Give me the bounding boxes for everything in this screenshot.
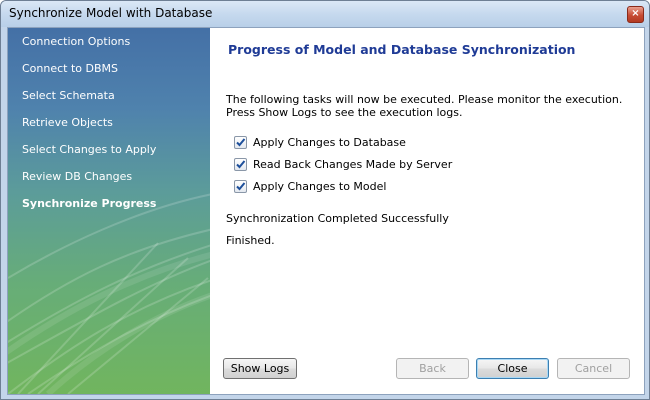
close-window-button[interactable]: × [627,6,644,23]
step-review-db-changes: Review DB Changes [22,170,133,183]
task-label: Apply Changes to Database [253,135,406,149]
dialog-window: Synchronize Model with Database × Connec… [0,0,650,400]
step-select-schemata: Select Schemata [22,89,115,102]
task-label: Read Back Changes Made by Server [253,157,453,171]
title-bar[interactable]: Synchronize Model with Database × [1,1,649,27]
task-read-back-changes: Read Back Changes Made by Server [234,156,452,172]
task-label: Apply Changes to Model [253,179,387,193]
task-apply-changes-model: Apply Changes to Model [234,178,386,194]
main-panel: Progress of Model and Database Synchroni… [210,28,644,394]
intro-line-1: The following tasks will now be executed… [226,93,623,106]
back-button[interactable]: Back [396,358,469,379]
intro-text: The following tasks will now be executed… [226,93,626,119]
page-title: Progress of Model and Database Synchroni… [228,42,576,57]
close-button[interactable]: Close [476,358,549,379]
step-retrieve-objects: Retrieve Objects [22,116,113,129]
sidebar-background-art [8,193,210,394]
close-icon: × [631,8,640,19]
status-message: Synchronization Completed Successfully [226,212,449,225]
step-synchronize-progress: Synchronize Progress [22,197,157,210]
cancel-button[interactable]: Cancel [557,358,630,379]
step-select-changes: Select Changes to Apply [22,143,157,156]
checked-icon [234,179,247,193]
intro-line-2: Press Show Logs to see the execution log… [226,106,463,119]
checked-icon [234,157,247,171]
finished-message: Finished. [226,234,275,247]
task-apply-changes-db: Apply Changes to Database [234,134,406,150]
step-connect-to-dbms: Connect to DBMS [22,62,119,75]
window-title: Synchronize Model with Database [9,6,213,20]
show-logs-button[interactable]: Show Logs [223,358,297,379]
wizard-sidebar: Connection Options Connect to DBMS Selec… [8,28,210,394]
checked-icon [234,135,247,149]
step-connection-options: Connection Options [22,35,131,48]
dialog-body: Connection Options Connect to DBMS Selec… [7,27,645,395]
